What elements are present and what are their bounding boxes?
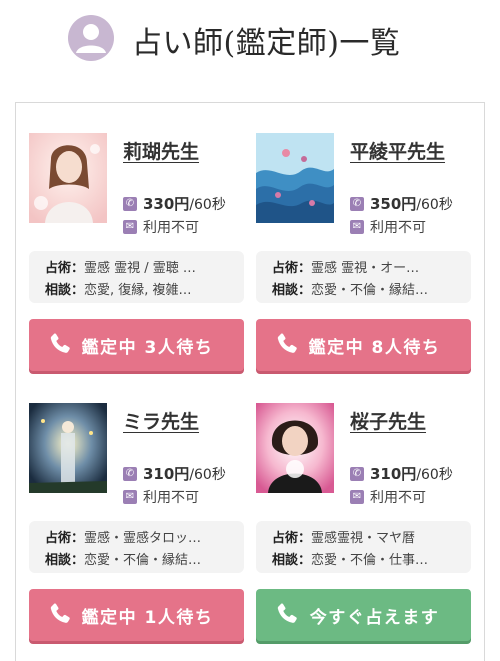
button-label: 鑑定中 8人待ち: [308, 337, 441, 358]
button-label: 鑑定中 1人待ち: [81, 607, 214, 628]
fortune-teller-name[interactable]: 莉瑚先生: [123, 137, 199, 164]
fortune-teller-card: 平綾平先生 ✆ 350円 /60秒 ✉ 利用不可 占術：霊感 霊視・オー… 相談…: [256, 133, 471, 393]
profile-photo[interactable]: [256, 403, 334, 493]
user-icon: [68, 15, 114, 61]
consult-line: 相談：恋愛・不倫・縁結…: [45, 550, 234, 572]
consult-value: 恋愛・不倫・縁結…: [311, 283, 429, 298]
profile-photo[interactable]: [29, 133, 107, 223]
consult-value: 恋愛・不倫・縁結…: [84, 553, 202, 568]
price-unit: /60秒: [416, 196, 453, 213]
price-value: 350円: [370, 195, 417, 213]
price-row: ✆ 350円 /60秒: [350, 193, 453, 214]
consult-line: 相談：恋愛・不倫・縁結…: [272, 280, 461, 302]
consult-label: 相談：: [272, 553, 312, 568]
call-now-button[interactable]: 今すぐ占えます: [256, 589, 471, 641]
mail-icon: ✉: [350, 490, 364, 504]
phone-handset-icon: [274, 331, 300, 357]
mail-icon: ✉: [350, 220, 364, 234]
call-status-button[interactable]: 鑑定中 3人待ち: [29, 319, 244, 371]
availability-text: 利用不可: [143, 220, 199, 236]
fortune-teller-card: 桜子先生 ✆ 310円 /60秒 ✉ 利用不可 占術：霊感霊視・マヤ暦 相談：恋…: [256, 403, 471, 661]
phone-handset-icon: [47, 601, 73, 627]
divination-value: 霊感 霊視・オー…: [311, 261, 420, 276]
divination-value: 霊感 霊視 / 霊聴 …: [84, 261, 196, 276]
button-label: 鑑定中 3人待ち: [81, 337, 214, 358]
call-status-button[interactable]: 鑑定中 1人待ち: [29, 589, 244, 641]
consult-value: 恋愛, 復縁, 複雑…: [84, 283, 192, 298]
availability-text: 利用不可: [370, 220, 426, 236]
mail-icon: ✉: [123, 490, 137, 504]
mail-icon: ✉: [123, 220, 137, 234]
profile-photo[interactable]: [29, 403, 107, 493]
price-row: ✆ 310円 /60秒: [350, 463, 453, 484]
price-value: 330円: [143, 195, 190, 213]
phone-icon: ✆: [123, 196, 137, 211]
divination-label: 占術：: [272, 531, 312, 546]
page-header: 占い師(鑑定師)一覧: [0, 0, 500, 82]
availability-text: 利用不可: [370, 490, 426, 506]
info-box: 占術：霊感霊視・マヤ暦 相談：恋愛・不倫・仕事…: [256, 521, 471, 573]
availability-text: 利用不可: [143, 490, 199, 506]
price-row: ✆ 330円 /60秒: [123, 193, 226, 214]
divination-value: 霊感霊視・マヤ暦: [311, 531, 416, 546]
divination-line: 占術：霊感霊視・マヤ暦: [272, 528, 461, 550]
consult-line: 相談：恋愛・不倫・仕事…: [272, 550, 461, 572]
page-title: 占い師(鑑定師)一覧: [132, 26, 401, 61]
consult-label: 相談：: [272, 283, 312, 298]
call-status-button[interactable]: 鑑定中 8人待ち: [256, 319, 471, 371]
phone-icon: ✆: [350, 196, 364, 211]
fortune-teller-card: 莉瑚先生 ✆ 330円 /60秒 ✉ 利用不可 占術：霊感 霊視 / 霊聴 … …: [29, 133, 244, 393]
consult-value: 恋愛・不倫・仕事…: [311, 553, 429, 568]
info-box: 占術：霊感 霊視・オー… 相談：恋愛・不倫・縁結…: [256, 251, 471, 303]
button-label: 今すぐ占えます: [309, 607, 440, 628]
price-value: 310円: [143, 465, 190, 483]
phone-handset-icon: [274, 601, 300, 627]
divination-line: 占術：霊感・霊感タロッ…: [45, 528, 234, 550]
fortune-teller-list: 莉瑚先生 ✆ 330円 /60秒 ✉ 利用不可 占術：霊感 霊視 / 霊聴 … …: [15, 102, 485, 661]
info-box: 占術：霊感 霊視 / 霊聴 … 相談：恋愛, 復縁, 複雑…: [29, 251, 244, 303]
fortune-teller-name[interactable]: 桜子先生: [350, 407, 426, 434]
fortune-teller-name[interactable]: 平綾平先生: [350, 137, 445, 164]
phone-icon: ✆: [350, 466, 364, 481]
price-unit: /60秒: [189, 196, 226, 213]
mail-availability-row: ✉ 利用不可: [350, 217, 426, 237]
divination-label: 占術：: [272, 261, 312, 276]
mail-availability-row: ✉ 利用不可: [123, 487, 199, 507]
price-row: ✆ 310円 /60秒: [123, 463, 226, 484]
divination-label: 占術：: [45, 261, 85, 276]
fortune-teller-name[interactable]: ミラ先生: [123, 407, 199, 434]
divination-label: 占術：: [45, 531, 85, 546]
phone-icon: ✆: [123, 466, 137, 481]
profile-photo[interactable]: [256, 133, 334, 223]
divination-line: 占術：霊感 霊視・オー…: [272, 258, 461, 280]
price-unit: /60秒: [416, 466, 453, 483]
consult-line: 相談：恋愛, 復縁, 複雑…: [45, 280, 234, 302]
divination-value: 霊感・霊感タロッ…: [84, 531, 202, 546]
price-value: 310円: [370, 465, 417, 483]
consult-label: 相談：: [45, 283, 85, 298]
mail-availability-row: ✉ 利用不可: [123, 217, 199, 237]
info-box: 占術：霊感・霊感タロッ… 相談：恋愛・不倫・縁結…: [29, 521, 244, 573]
divination-line: 占術：霊感 霊視 / 霊聴 …: [45, 258, 234, 280]
fortune-teller-card: ミラ先生 ✆ 310円 /60秒 ✉ 利用不可 占術：霊感・霊感タロッ… 相談：…: [29, 403, 244, 661]
consult-label: 相談：: [45, 553, 85, 568]
phone-handset-icon: [47, 331, 73, 357]
price-unit: /60秒: [189, 466, 226, 483]
mail-availability-row: ✉ 利用不可: [350, 487, 426, 507]
